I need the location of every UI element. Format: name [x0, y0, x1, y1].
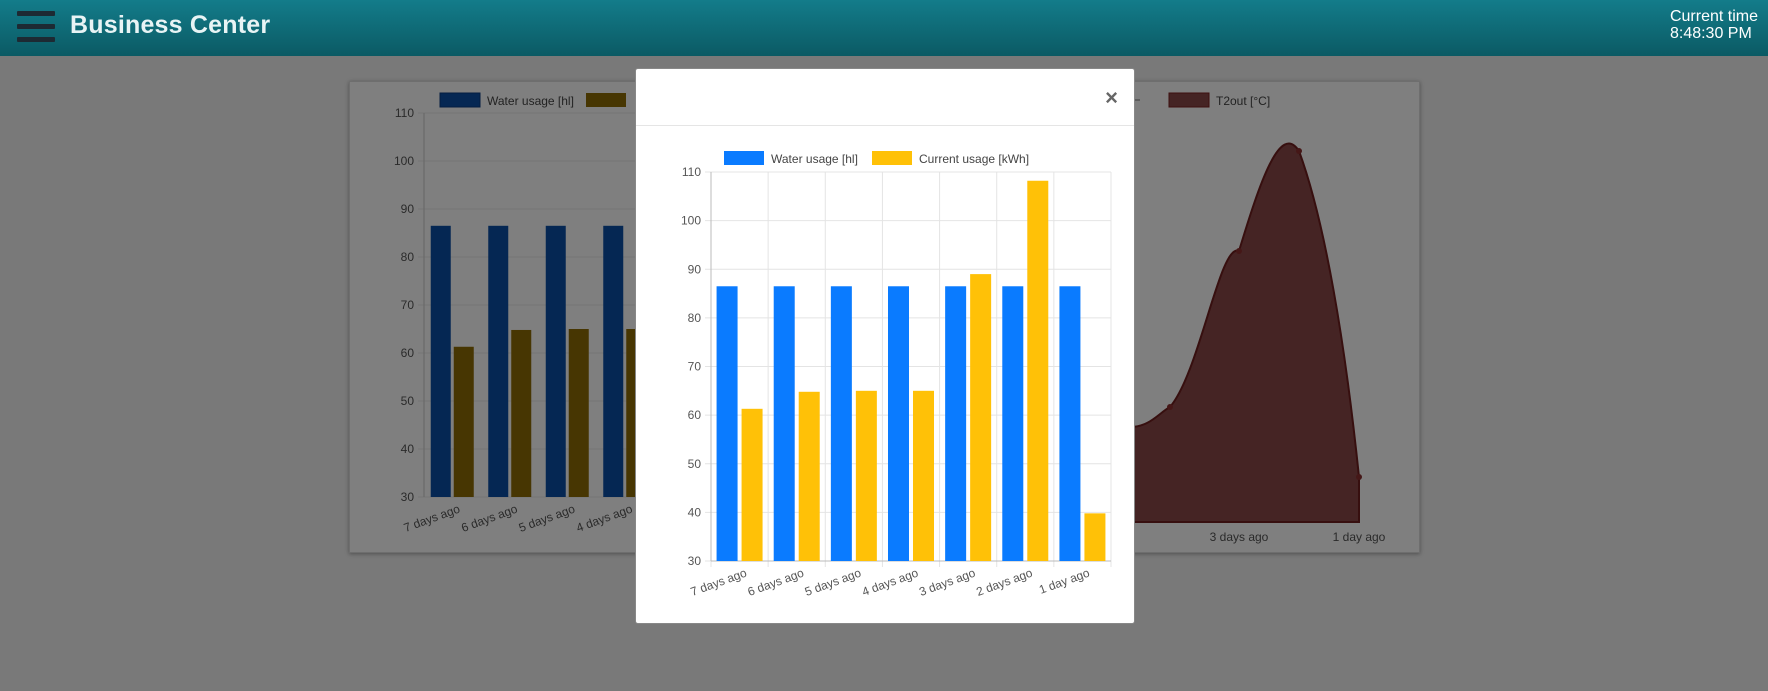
x-axis-labels: 7 days ago6 days ago5 days ago4 days ago… [689, 566, 1092, 599]
bar-water-usage[interactable] [1059, 286, 1081, 561]
bar-current-usage[interactable] [741, 408, 763, 561]
bar-water-usage[interactable] [945, 286, 967, 561]
y-tick-label: 110 [682, 165, 701, 179]
x-tick-label: 1 day ago [1037, 566, 1092, 597]
bar-current-usage[interactable] [970, 274, 992, 561]
clock-label: Current time [1669, 8, 1758, 25]
y-axis-ticks: 110 100 90 80 70 60 50 40 30 [681, 165, 701, 568]
x-tick-label: 5 days ago [803, 566, 863, 599]
x-tick-label: 7 days ago [689, 566, 749, 599]
chart-bars [716, 180, 1106, 561]
legend-label[interactable]: Water usage [hl] [771, 152, 858, 166]
bar-current-usage[interactable] [798, 391, 820, 561]
bar-current-usage[interactable] [855, 390, 877, 561]
legend-label[interactable]: Current usage [kWh] [919, 152, 1029, 166]
x-tick-label: 4 days ago [860, 566, 920, 599]
y-tick-label: 40 [688, 505, 702, 519]
chart-modal: × Water usage [hl] Current usage [kWh] 11… [635, 68, 1135, 624]
y-tick-label: 100 [681, 214, 701, 228]
bar-current-usage[interactable] [1027, 180, 1049, 561]
y-tick-label: 30 [688, 554, 702, 568]
bar-current-usage[interactable] [913, 390, 934, 561]
top-bar: Business Center Current time 8:48:30 PM [0, 0, 1768, 56]
chart-legend: Water usage [hl] Current usage [kWh] [724, 151, 1029, 166]
y-tick-label: 60 [688, 408, 702, 422]
bar-water-usage[interactable] [830, 286, 852, 561]
bar-water-usage[interactable] [888, 286, 909, 561]
legend-swatch [872, 151, 912, 165]
clock-value: 8:48:30 PM [1669, 25, 1752, 42]
x-tick-label: 6 days ago [746, 566, 806, 599]
bar-current-usage[interactable] [1084, 513, 1106, 561]
y-tick-label: 90 [688, 262, 702, 276]
y-tick-label: 70 [688, 360, 702, 374]
close-icon[interactable]: × [1105, 87, 1118, 109]
usage-bar-chart: Water usage [hl] Current usage [kWh] 1101… [681, 151, 1112, 599]
x-tick-label: 2 days ago [974, 566, 1034, 599]
y-tick-label: 80 [688, 311, 702, 325]
legend-swatch [724, 151, 764, 165]
app-title: Business Center [70, 11, 271, 39]
y-tick-label: 50 [688, 457, 702, 471]
bar-water-usage[interactable] [773, 286, 795, 561]
modal-header: × [636, 69, 1134, 126]
hamburger-menu-icon[interactable] [17, 11, 55, 43]
bar-water-usage[interactable] [716, 286, 738, 561]
bar-water-usage[interactable] [1002, 286, 1024, 561]
clock: Current time 8:48:30 PM [1670, 8, 1758, 42]
x-tick-label: 3 days ago [917, 566, 977, 599]
